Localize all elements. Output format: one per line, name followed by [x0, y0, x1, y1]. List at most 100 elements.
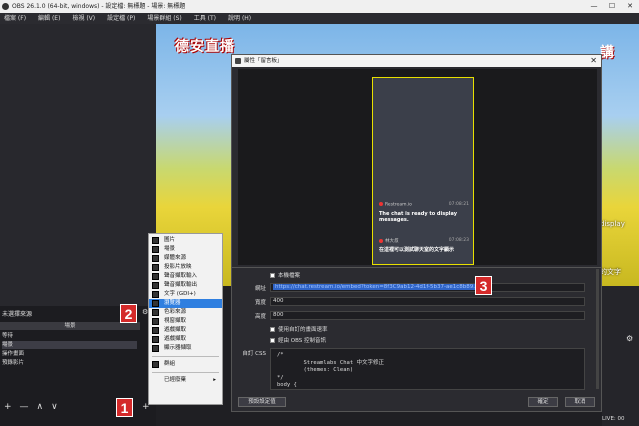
gamepad-icon: [152, 327, 159, 334]
window-title: OBS 26.1.0 (64-bit, windows) - 設定檔: 無標題 …: [12, 3, 186, 10]
menu-item-group[interactable]: 群組: [149, 360, 222, 369]
cancel-button[interactable]: 取消: [565, 397, 595, 407]
menu-edit[interactable]: 編輯 (E): [38, 13, 60, 24]
menu-item-label: 媒體來源: [164, 255, 187, 261]
chat-author-name: Restream.io: [385, 202, 412, 208]
custom-css-textarea[interactable]: /* Streamlabs Chat 中文字修正 (themes: Clean)…: [270, 348, 585, 390]
menu-item-label: 瀏覽器: [164, 300, 181, 306]
scene-item-selected[interactable]: 場景: [2, 341, 137, 349]
left-panel: [0, 24, 156, 306]
menu-item-browser[interactable]: 瀏覽器: [149, 299, 222, 308]
checkbox-box: [270, 327, 275, 332]
dialog-divider: [232, 267, 601, 268]
remove-scene-button[interactable]: —: [20, 402, 29, 412]
chat-text: 在這裡可以測試聊天室的文字顯示: [379, 247, 455, 253]
move-up-button[interactable]: ∧: [37, 402, 44, 412]
local-file-checkbox[interactable]: 本機檔案: [270, 271, 300, 279]
menu-item-game-capture-2[interactable]: 遊戲擷取: [149, 335, 222, 344]
window-titlebar: OBS 26.1.0 (64-bit, windows) - 設定檔: 無標題 …: [0, 0, 639, 13]
menu-item-slideshow[interactable]: 投影片放映: [149, 263, 222, 272]
checkbox-label: 使用自訂的畫面速率: [278, 327, 328, 333]
checkbox-box: [270, 273, 275, 278]
menu-item-window-capture[interactable]: 視窗擷取: [149, 317, 222, 326]
menu-item-deprecated[interactable]: 已經廢棄 ▸: [149, 376, 222, 385]
menu-tools[interactable]: 工具 (T): [194, 13, 216, 24]
height-label: 高度: [254, 314, 266, 320]
chat-text: The chat is ready to display messages.: [379, 210, 457, 224]
live-status: LIVE: 00: [602, 416, 625, 422]
chat-widget-preview: Restream.io 07:08:21 The chat is ready t…: [372, 77, 474, 265]
chat-time: 07:08:23: [448, 238, 469, 243]
menu-item-label: 視窗擷取: [164, 318, 187, 324]
speaker-icon: [152, 282, 159, 289]
menu-item-label: 圖片: [164, 237, 176, 243]
menu-separator: [152, 356, 219, 357]
menu-item-media-source[interactable]: 媒體來源: [149, 254, 222, 263]
url-input[interactable]: https://chat.restream.io/embed?token=8f3…: [270, 283, 585, 292]
browser-source-icon: [235, 58, 241, 64]
scene-item[interactable]: 操作畫面: [2, 350, 137, 358]
step-badge-3: 3: [475, 276, 492, 295]
menu-item-scene[interactable]: 場景: [149, 245, 222, 254]
maximize-button[interactable]: ☐: [603, 0, 621, 13]
slideshow-icon: [152, 264, 159, 271]
dialog-titlebar: 屬性「留言板」: [232, 55, 601, 67]
dialog-scrollbar[interactable]: [596, 269, 599, 389]
menu-profile[interactable]: 設定檔 (P): [107, 13, 135, 24]
folder-icon: [152, 361, 159, 368]
window-controls: — ☐ ✕: [585, 0, 639, 13]
preview-banner-text: 德安直播: [175, 39, 235, 55]
add-scene-button[interactable]: +: [4, 402, 12, 412]
monitor-icon: [152, 345, 159, 352]
menu-item-game-capture[interactable]: 遊戲擷取: [149, 326, 222, 335]
play-icon: [152, 255, 159, 262]
globe-icon: [152, 300, 159, 307]
audio-gear-icon[interactable]: ⚙: [626, 334, 633, 343]
scene-item[interactable]: 預錄影片: [2, 359, 137, 367]
menu-item-display-capture[interactable]: 顯示器擷取: [149, 344, 222, 353]
step-badge-2: 2: [120, 304, 137, 323]
preview-banner-right: 講: [600, 45, 614, 61]
checkbox-label: 本機檔案: [278, 273, 301, 279]
scene-item[interactable]: 等待: [2, 332, 137, 340]
move-down-button[interactable]: ∨: [51, 402, 58, 412]
dialog-close-button[interactable]: ✕: [590, 55, 597, 67]
submenu-arrow-icon: ▸: [213, 377, 216, 383]
defaults-button[interactable]: 預設設定值: [238, 397, 286, 407]
menu-item-label: 色彩來源: [164, 309, 187, 315]
close-window-button[interactable]: ✕: [621, 0, 639, 13]
checkbox-label: 經由 OBS 控制音訊: [278, 338, 326, 344]
url-value: https://chat.restream.io/embed?token=8f3…: [273, 284, 481, 290]
ok-button[interactable]: 確定: [528, 397, 558, 407]
menu-item-label: 已經廢棄: [164, 377, 187, 383]
menu-view[interactable]: 檢視 (V): [72, 13, 95, 24]
microphone-icon: [152, 273, 159, 280]
menu-item-audio-output[interactable]: 聲音擷取輸出: [149, 281, 222, 290]
width-input[interactable]: 400: [270, 297, 585, 306]
preview-overlay-text-2: 的文字: [600, 268, 621, 276]
source-preview: Restream.io 07:08:21 The chat is ready t…: [238, 69, 597, 265]
height-input[interactable]: 800: [270, 311, 585, 320]
scenes-toolbar: + — ∧ ∨: [4, 402, 58, 412]
menu-item-label: 顯示器擷取: [164, 345, 192, 351]
custom-css-label: 自訂 CSS: [242, 351, 266, 357]
menu-item-color-source[interactable]: 色彩來源: [149, 308, 222, 317]
width-label: 寬度: [254, 300, 266, 306]
menu-scene-collection[interactable]: 場景群組 (S): [147, 13, 181, 24]
no-source-selected-label: 未選擇來源: [2, 311, 33, 318]
properties-dialog: 屬性「留言板」 ✕ Restream.io 07:08:21 The chat …: [231, 54, 602, 412]
chat-time: 07:08:21: [448, 202, 469, 207]
menu-help[interactable]: 說明 (H): [228, 13, 251, 24]
obs-audio-checkbox[interactable]: 經由 OBS 控制音訊: [270, 336, 326, 344]
menu-item-label: 聲音擷取輸出: [164, 282, 198, 288]
menu-item-text[interactable]: 文字 (GDI+): [149, 290, 222, 299]
menu-item-audio-input[interactable]: 聲音擷取輸入: [149, 272, 222, 281]
scenes-column-header: 場景: [0, 322, 140, 330]
brush-icon: [152, 309, 159, 316]
custom-fps-checkbox[interactable]: 使用自訂的畫面速率: [270, 325, 328, 333]
menu-item-label: 群組: [164, 361, 176, 367]
menu-file[interactable]: 檔案 (F): [4, 13, 26, 24]
minimize-button[interactable]: —: [585, 0, 603, 13]
menu-item-image[interactable]: 圖片: [149, 236, 222, 245]
window-icon: [152, 318, 159, 325]
